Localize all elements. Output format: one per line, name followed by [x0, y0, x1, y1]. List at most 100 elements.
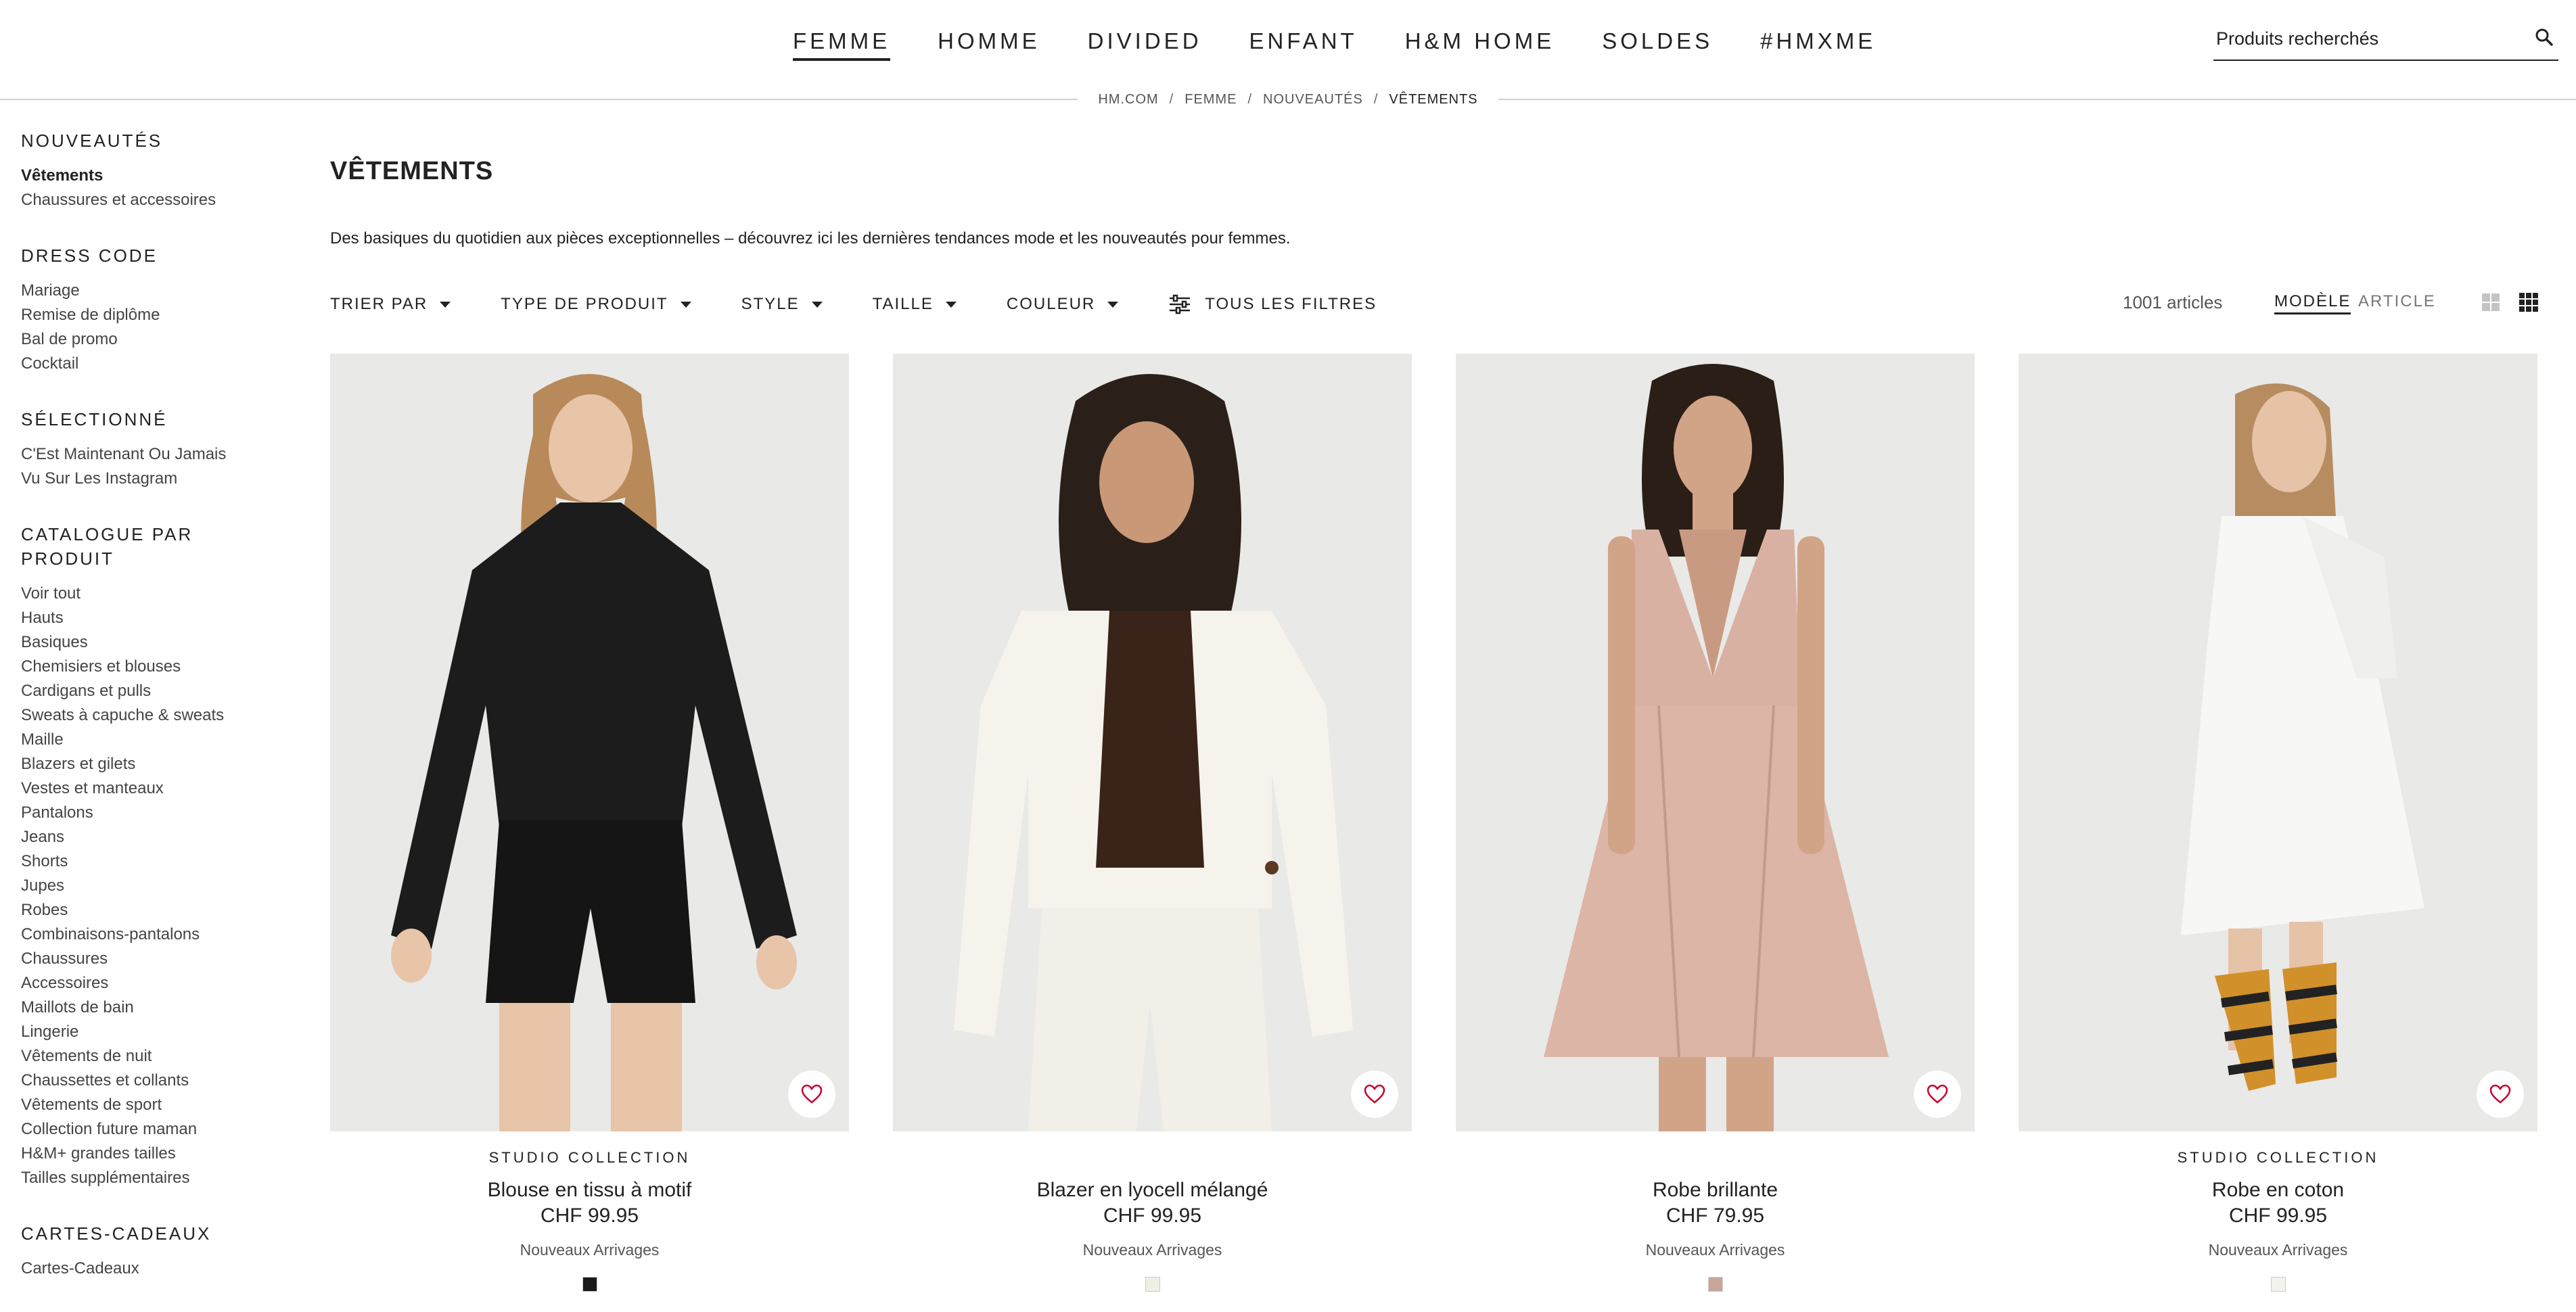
product-image[interactable] — [330, 354, 849, 1131]
product-name[interactable]: Robe brillante — [1456, 1177, 1975, 1203]
product-info: Robe brillante CHF 79.95 Nouveaux Arriva… — [1456, 1149, 1975, 1295]
breadcrumb-current: VÊTEMENTS — [1389, 92, 1478, 107]
nav-hmxme[interactable]: #HMXME — [1760, 28, 1876, 61]
product-brand: STUDIO COLLECTION — [488, 1149, 691, 1166]
color-swatch[interactable] — [582, 1277, 597, 1292]
sidebar-item-chaussures[interactable]: Chaussures — [21, 947, 292, 971]
sidebar-item-shorts[interactable]: Shorts — [21, 849, 292, 874]
product-image[interactable] — [1456, 354, 1975, 1131]
sidebar-heading: NOUVEAUTÉS — [21, 131, 163, 151]
sidebar-item-maillots[interactable]: Maillots de bain — [21, 995, 292, 1020]
size-dropdown[interactable]: TAILLE — [873, 295, 957, 314]
sidebar-item-lingerie[interactable]: Lingerie — [21, 1020, 292, 1044]
main-nav: FEMME HOMME DIVIDED ENFANT H&M HOME SOLD… — [793, 28, 1876, 61]
sidebar-item-vestes[interactable]: Vestes et manteaux — [21, 776, 292, 801]
sidebar-item-mariage[interactable]: Mariage — [21, 279, 292, 303]
sidebar-item-grandes-tailles[interactable]: H&M+ grandes tailles — [21, 1142, 292, 1166]
heart-icon — [1364, 1084, 1385, 1104]
product-card[interactable]: Robe brillante CHF 79.95 Nouveaux Arriva… — [1456, 354, 1975, 1295]
color-swatch[interactable] — [1707, 1277, 1723, 1292]
grid-small-icon[interactable] — [2518, 292, 2539, 312]
nav-femme[interactable]: FEMME — [793, 28, 891, 61]
sidebar-heading: SÉLECTIONNÉ — [21, 409, 168, 429]
page-title: VÊTEMENTS — [330, 157, 494, 185]
sidebar-item-accessoires[interactable]: Accessoires — [21, 971, 292, 995]
nav-soldes[interactable]: SOLDES — [1602, 28, 1713, 61]
sidebar-item-jeans[interactable]: Jeans — [21, 825, 292, 849]
sidebar-item-jupes[interactable]: Jupes — [21, 874, 292, 898]
breadcrumb-femme[interactable]: FEMME — [1184, 92, 1237, 107]
view-model-toggle[interactable]: MODÈLE — [2274, 292, 2351, 314]
color-label: COULEUR — [1006, 295, 1096, 313]
caret-down-icon — [440, 301, 451, 308]
sidebar-item-chaussures-accessoires[interactable]: Chaussures et accessoires — [21, 188, 292, 212]
sidebar-item-future-maman[interactable]: Collection future maman — [21, 1117, 292, 1142]
nav-divided[interactable]: DIVIDED — [1088, 28, 1202, 61]
product-type-dropdown[interactable]: TYPE DE PRODUIT — [501, 295, 691, 314]
breadcrumb-hm[interactable]: HM.COM — [1098, 92, 1158, 107]
favorite-button[interactable] — [1351, 1071, 1398, 1118]
all-filters-button[interactable]: TOUS LES FILTRES — [1168, 294, 1377, 314]
color-swatch[interactable] — [1145, 1277, 1160, 1292]
product-tag: Nouveaux Arrivages — [1645, 1241, 1785, 1259]
product-name[interactable]: Blazer en lyocell mélangé — [893, 1177, 1412, 1203]
search-icon[interactable] — [2534, 27, 2554, 47]
product-image[interactable] — [893, 354, 1412, 1131]
color-swatch[interactable] — [2270, 1277, 2286, 1292]
sidebar-item-combinaisons[interactable]: Combinaisons-pantalons — [21, 922, 292, 947]
product-card[interactable]: STUDIO COLLECTION Blouse en tissu à moti… — [330, 354, 849, 1295]
sidebar-item-sweats[interactable]: Sweats à capuche & sweats — [21, 703, 292, 728]
sidebar-item-maintenant-ou-jamais[interactable]: C'Est Maintenant Ou Jamais — [21, 442, 292, 467]
sidebar-item-robes[interactable]: Robes — [21, 898, 292, 922]
sidebar-item-remise-diplome[interactable]: Remise de diplôme — [21, 303, 292, 327]
nav-homme[interactable]: HOMME — [938, 28, 1040, 61]
product-card[interactable]: STUDIO COLLECTION Robe en coton CHF 99.9… — [2019, 354, 2537, 1295]
product-tag: Nouveaux Arrivages — [520, 1241, 660, 1259]
color-dropdown[interactable]: COULEUR — [1006, 295, 1119, 314]
sidebar-heading: CATALOGUE PAR PRODUIT — [21, 524, 193, 569]
view-article-toggle[interactable]: ARTICLE — [2358, 292, 2436, 311]
sidebar-item-vetements-nuit[interactable]: Vêtements de nuit — [21, 1044, 292, 1069]
sidebar-item-vetements[interactable]: Vêtements — [21, 164, 292, 188]
product-name[interactable]: Robe en coton — [2019, 1177, 2537, 1203]
product-image[interactable] — [2019, 354, 2537, 1131]
grid-large-icon[interactable] — [2481, 292, 2501, 312]
sort-dropdown[interactable]: TRIER PAR — [330, 295, 451, 314]
sidebar-item-cocktail[interactable]: Cocktail — [21, 352, 292, 376]
breadcrumb: HM.COM / FEMME / NOUVEAUTÉS / VÊTEMENTS — [0, 90, 2576, 109]
style-dropdown[interactable]: STYLE — [741, 295, 823, 314]
sidebar-item-blazers[interactable]: Blazers et gilets — [21, 752, 292, 776]
caret-down-icon — [945, 301, 957, 308]
nav-enfant[interactable]: ENFANT — [1249, 28, 1358, 61]
article-count: 1001 articles — [2123, 292, 2223, 312]
sidebar-heading: DRESS CODE — [21, 245, 158, 266]
sidebar-item-basiques[interactable]: Basiques — [21, 630, 292, 655]
product-card[interactable]: Blazer en lyocell mélangé CHF 99.95 Nouv… — [893, 354, 1412, 1295]
model-photo — [1544, 364, 1889, 1131]
breadcrumb-nouveautes[interactable]: NOUVEAUTÉS — [1263, 92, 1363, 107]
sidebar-item-maille[interactable]: Maille — [21, 728, 292, 752]
sidebar-item-voir-tout[interactable]: Voir tout — [21, 582, 292, 606]
sidebar-group-catalogue: CATALOGUE PAR PRODUIT Voir tout Hauts Ba… — [21, 522, 292, 1190]
favorite-button[interactable] — [1914, 1071, 1961, 1118]
favorite-button[interactable] — [788, 1071, 835, 1118]
favorite-button[interactable] — [2477, 1071, 2524, 1118]
sidebar-item-pantalons[interactable]: Pantalons — [21, 801, 292, 825]
search-input[interactable] — [2215, 24, 2515, 53]
sort-label: TRIER PAR — [330, 295, 428, 313]
breadcrumb-separator: / — [1247, 92, 1253, 107]
sidebar-item-sport[interactable]: Vêtements de sport — [21, 1093, 292, 1117]
sidebar-item-cardigans[interactable]: Cardigans et pulls — [21, 679, 292, 703]
nav-hm-home[interactable]: H&M HOME — [1405, 28, 1555, 61]
sidebar-item-instagram[interactable]: Vu Sur Les Instagram — [21, 467, 292, 491]
product-name[interactable]: Blouse en tissu à motif — [330, 1177, 849, 1203]
product-tag: Nouveaux Arrivages — [2208, 1241, 2348, 1259]
sidebar-item-chemisiers[interactable]: Chemisiers et blouses — [21, 655, 292, 679]
sidebar-item-chaussettes[interactable]: Chaussettes et collants — [21, 1069, 292, 1093]
sidebar-group-nouveautes: NOUVEAUTÉS Vêtements Chaussures et acces… — [21, 128, 292, 212]
sidebar-item-bal-promo[interactable]: Bal de promo — [21, 327, 292, 352]
sidebar-item-hauts[interactable]: Hauts — [21, 606, 292, 630]
filter-sliders-icon — [1170, 294, 1191, 314]
sidebar-item-tailles-supp[interactable]: Tailles supplémentaires — [21, 1166, 292, 1190]
sidebar-item-cartes-cadeaux[interactable]: Cartes-Cadeaux — [21, 1257, 292, 1281]
